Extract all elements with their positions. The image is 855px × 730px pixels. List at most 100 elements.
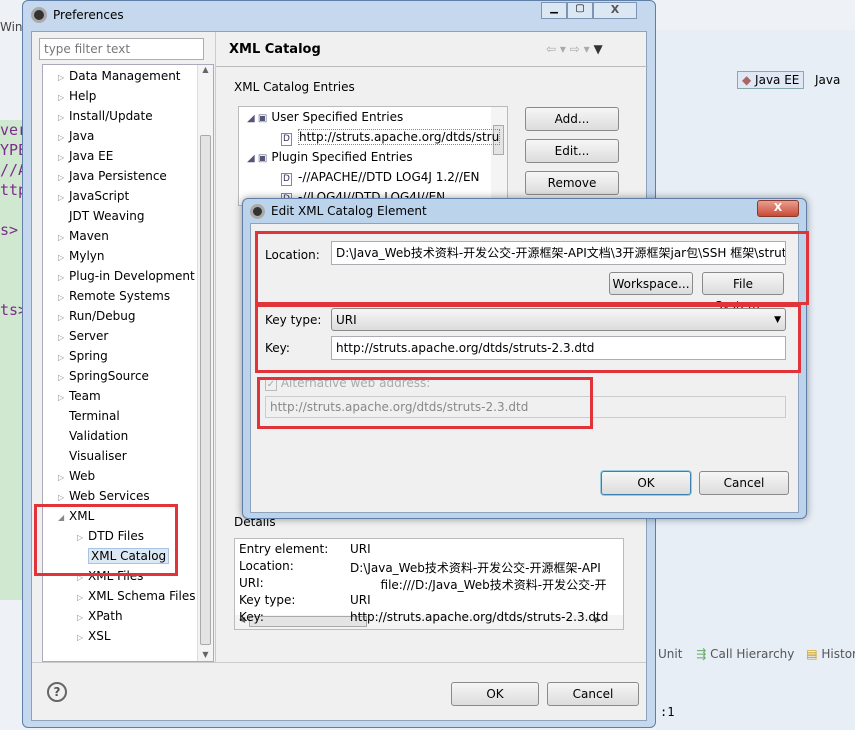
scroll-down-icon[interactable]: ▼ xyxy=(198,650,213,659)
tree-item[interactable]: ▷ Spring xyxy=(58,346,108,366)
remove-button[interactable]: Remove xyxy=(525,171,619,195)
tree-scrollbar[interactable]: ▲ ▼ xyxy=(197,65,213,661)
ide-code-editor[interactable]: ver YPE //A ttp s> ts> xyxy=(0,120,24,600)
collapsed-arrow-icon[interactable]: ▷ xyxy=(58,188,69,208)
close-button[interactable]: X xyxy=(593,2,637,19)
edit-ok-button[interactable]: OK xyxy=(601,471,691,495)
tree-item[interactable]: ▷ Help xyxy=(58,86,96,106)
collapsed-arrow-icon[interactable]: ▷ xyxy=(58,288,69,308)
collapsed-arrow-icon[interactable]: ▷ xyxy=(58,68,69,88)
collapsed-arrow-icon[interactable]: ▷ xyxy=(77,568,88,588)
view-tab-unit[interactable]: Unit xyxy=(658,647,682,661)
tree-item[interactable]: Validation xyxy=(58,426,128,446)
scroll-up-icon[interactable]: ▲ xyxy=(198,65,213,74)
collapsed-arrow-icon[interactable]: ▷ xyxy=(58,348,69,368)
key-input[interactable]: http://struts.apache.org/dtds/struts-2.3… xyxy=(331,336,786,360)
tree-item[interactable]: Terminal xyxy=(58,406,120,426)
tree-item[interactable]: ▷ Maven xyxy=(58,226,109,246)
preferences-ok-button[interactable]: OK xyxy=(451,682,539,706)
help-icon[interactable]: ? xyxy=(47,682,67,702)
edit-cancel-button[interactable]: Cancel xyxy=(699,471,789,495)
minimize-button[interactable]: ▁ xyxy=(541,2,567,19)
back-icon[interactable]: ⇦ ▾ xyxy=(546,42,566,56)
collapsed-arrow-icon[interactable]: ▷ xyxy=(58,168,69,188)
tree-item[interactable]: ▷ Server xyxy=(58,326,108,346)
expanded-arrow-icon[interactable]: ◢ xyxy=(58,508,69,528)
tree-item[interactable]: ▷ Team xyxy=(58,386,101,406)
collapsed-arrow-icon[interactable]: ▷ xyxy=(58,368,69,388)
forward-icon[interactable]: ⇨ ▾ xyxy=(570,42,590,56)
collapsed-arrow-icon[interactable]: ▷ xyxy=(58,268,69,288)
alt-web-address-checkbox-row[interactable]: ✓ Alternative web address: xyxy=(265,376,430,391)
menu-icon[interactable]: ▼ xyxy=(593,42,602,56)
collapsed-arrow-icon[interactable]: ▷ xyxy=(58,108,69,128)
collapsed-arrow-icon[interactable]: ▷ xyxy=(58,328,69,348)
collapsed-arrow-icon[interactable]: ▷ xyxy=(77,588,88,608)
collapsed-arrow-icon[interactable]: ▷ xyxy=(58,148,69,168)
perspective-java[interactable]: Java xyxy=(815,73,840,87)
tree-item[interactable]: Visualiser xyxy=(58,446,127,466)
add-button[interactable]: Add... xyxy=(525,107,619,131)
tree-item[interactable]: ▷ Mylyn xyxy=(58,246,105,266)
tree-item[interactable]: ▷ Java xyxy=(58,126,94,146)
key-type-label: Key type: xyxy=(265,313,322,327)
tree-item[interactable]: ▷ JavaScript xyxy=(58,186,129,206)
tree-item[interactable]: XML Catalog xyxy=(77,546,170,566)
tree-item[interactable]: ▷ Data Management xyxy=(58,66,181,86)
collapsed-arrow-icon[interactable]: ▷ xyxy=(77,528,88,548)
catalog-entry[interactable]: Dhttp://struts.apache.org/dtds/stru xyxy=(281,127,501,147)
tree-item[interactable]: ▷ Java Persistence xyxy=(58,166,167,186)
tree-scroll-thumb[interactable] xyxy=(200,135,211,645)
catalog-entry[interactable]: ◢ ▣ Plugin Specified Entries xyxy=(247,147,413,167)
tree-item[interactable]: ▷ Install/Update xyxy=(58,106,153,126)
tree-item-label: Terminal xyxy=(69,409,120,423)
tree-item[interactable]: ▷ SpringSource xyxy=(58,366,149,386)
collapsed-arrow-icon[interactable]: ▷ xyxy=(58,88,69,108)
tree-item[interactable]: JDT Weaving xyxy=(58,206,144,226)
tree-item[interactable]: ▷ DTD Files xyxy=(77,526,144,546)
workspace-button[interactable]: Workspace... xyxy=(609,272,693,295)
tree-item-label: XML Files xyxy=(88,569,144,583)
collapsed-arrow-icon[interactable]: ▷ xyxy=(58,388,69,408)
tree-item[interactable]: ▷ Plug-in Development xyxy=(58,266,195,286)
key-type-select[interactable]: URI ▼ xyxy=(331,308,786,331)
tree-item-label: Maven xyxy=(69,229,109,243)
tree-item[interactable]: ▷ Web Services xyxy=(58,486,150,506)
tree-item[interactable]: ▷ Run/Debug xyxy=(58,306,136,326)
collapsed-arrow-icon[interactable]: ▷ xyxy=(58,228,69,248)
tree-item[interactable]: ▷ XPath xyxy=(77,606,123,626)
checkbox-checked-icon[interactable]: ✓ xyxy=(265,379,277,391)
collapsed-arrow-icon[interactable]: ▷ xyxy=(77,628,88,648)
collapsed-arrow-icon[interactable]: ▷ xyxy=(58,128,69,148)
collapsed-arrow-icon[interactable]: ▷ xyxy=(58,248,69,268)
tree-item[interactable]: ▷ XML Schema Files xyxy=(77,586,195,606)
maximize-button[interactable]: ▢ xyxy=(567,2,593,19)
preferences-cancel-button[interactable]: Cancel xyxy=(547,682,639,706)
file-system-button[interactable]: File System... xyxy=(702,272,784,313)
catalog-entry[interactable]: D -//APACHE//DTD LOG4J 1.2//EN xyxy=(281,167,480,187)
tree-item[interactable]: ◢ XML xyxy=(58,506,94,526)
location-input[interactable]: D:\Java_Web技术资料-开发公交-开源框架-API文档\3开源框架jar… xyxy=(331,241,786,265)
tree-item[interactable]: ▷ Remote Systems xyxy=(58,286,170,306)
collapsed-arrow-icon[interactable]: ▷ xyxy=(58,488,69,508)
tree-item[interactable]: ▷ XML Files xyxy=(77,566,143,586)
tree-item-label: Help xyxy=(69,89,97,103)
details-value: D:\Java_Web技术资料-开发公交-开源框架-API xyxy=(350,561,601,575)
tree-item-label: Team xyxy=(69,389,101,403)
edit-dialog-close-button[interactable]: X xyxy=(757,200,799,217)
edit-catalog-dialog: Edit XML Catalog Element X Location: D:\… xyxy=(242,198,807,519)
collapsed-arrow-icon[interactable]: ▷ xyxy=(58,468,69,488)
collapsed-arrow-icon[interactable]: ▷ xyxy=(58,308,69,328)
tree-item-label: XML xyxy=(69,509,95,523)
edit-button[interactable]: Edit... xyxy=(525,139,619,163)
collapsed-arrow-icon[interactable]: ▷ xyxy=(77,608,88,628)
view-tab-history[interactable]: History xyxy=(821,647,855,661)
tree-item[interactable]: ▷ Web xyxy=(58,466,95,486)
catalog-entry[interactable]: ◢ ▣ User Specified Entries xyxy=(247,107,403,127)
view-tab-call-hierarchy[interactable]: Call Hierarchy xyxy=(710,647,794,661)
filter-input[interactable]: type filter text xyxy=(39,38,204,60)
tree-item[interactable]: ▷ XSL xyxy=(77,626,111,646)
perspective-java-ee[interactable]: ◆ Java EE xyxy=(737,71,805,89)
entries-scrollbar[interactable] xyxy=(491,107,507,205)
tree-item[interactable]: ▷ Java EE xyxy=(58,146,113,166)
